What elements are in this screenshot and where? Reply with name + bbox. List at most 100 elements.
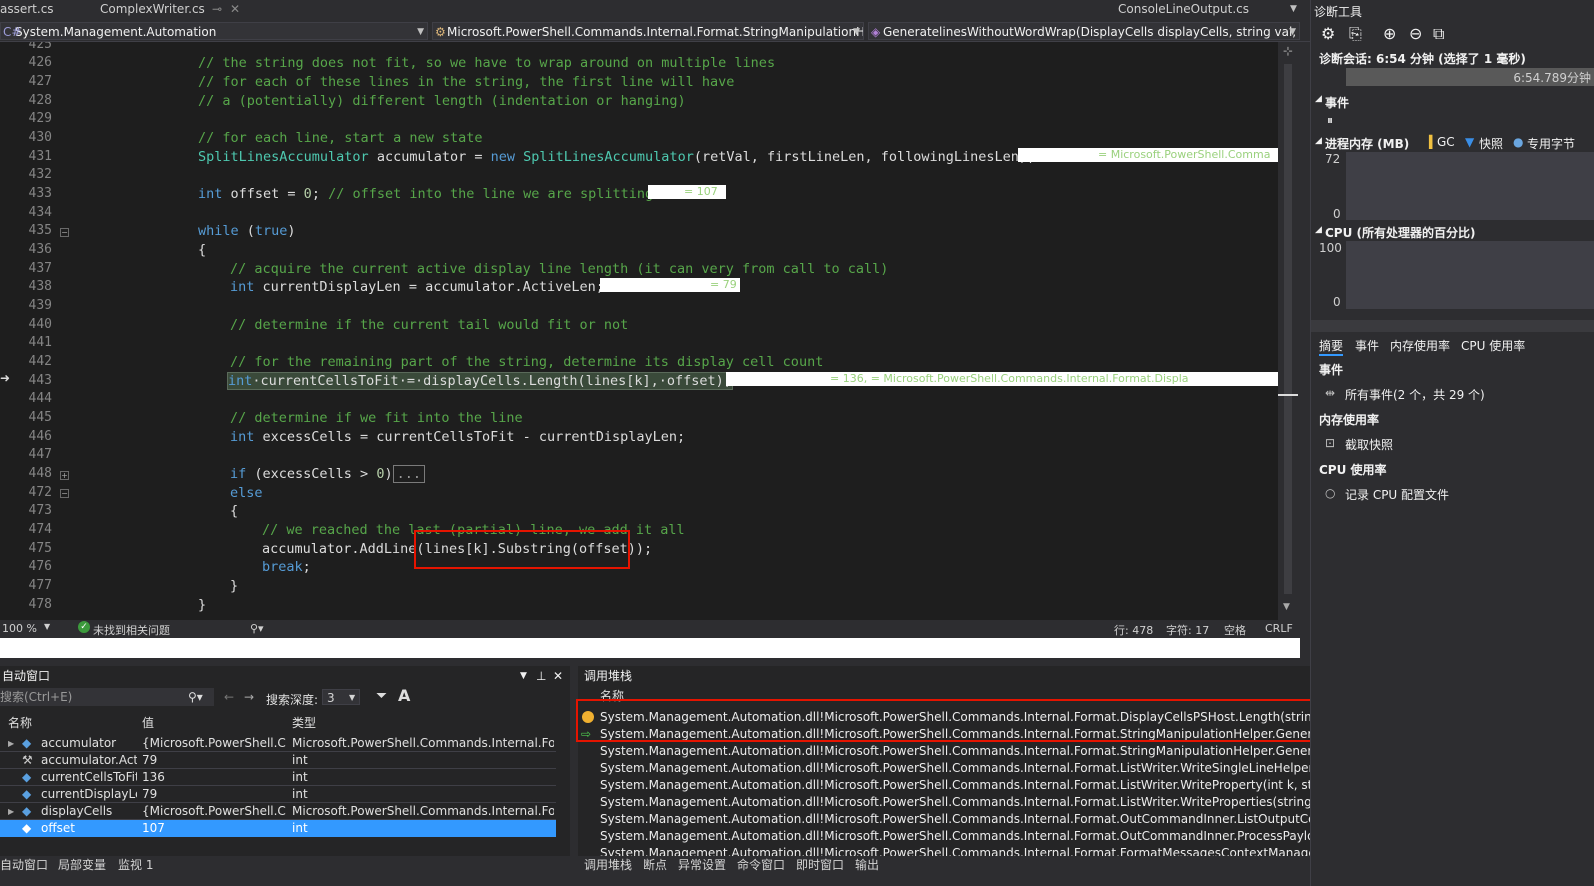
tab-watch[interactable]: 监视 1: [118, 856, 153, 873]
variable-value[interactable]: 136: [142, 769, 286, 786]
variable-value[interactable]: {Microsoft.PowerShell.Co...: [142, 803, 286, 820]
line-indicator: 行: 478: [1114, 624, 1154, 637]
take-snapshot-button[interactable]: 截取快照: [1345, 436, 1393, 453]
pin-icon[interactable]: ⊥: [536, 666, 546, 686]
variable-value[interactable]: {Microsoft.PowerShell.Co...: [142, 735, 286, 752]
expand-arrow-icon[interactable]: ▶: [8, 735, 18, 752]
autos-row[interactable]: ◆ currentDisplayLen 79 int: [0, 786, 556, 803]
collapsed-region[interactable]: ...: [392, 465, 425, 483]
expand-arrow-icon[interactable]: ▶: [8, 803, 18, 820]
tab-exception-settings[interactable]: 异常设置: [678, 856, 726, 873]
inline-datatip-currentdisplaylen[interactable]: = 79: [600, 278, 740, 292]
field-icon: ◆: [22, 736, 32, 750]
line-number: 441: [28, 335, 52, 350]
pin-icon[interactable]: ⊸: [212, 0, 222, 20]
scroll-down-icon[interactable]: ▼: [1283, 602, 1290, 612]
tab-cpu-usage[interactable]: CPU 使用率: [1461, 337, 1525, 354]
collapse-icon[interactable]: −: [60, 228, 69, 237]
code-line: // determine if the current tail would f…: [230, 317, 629, 333]
forward-arrow-icon[interactable]: →: [244, 690, 254, 704]
editor-status-bar: 100 % ▼ ✓ 未找到相关问题 ⚲▾ 行: 478 字符: 17 空格 CR…: [0, 620, 1300, 638]
variable-type: Microsoft.PowerShell.Commands.Internal.F…: [292, 804, 554, 818]
settings-gear-icon[interactable]: ⚙: [1321, 24, 1335, 43]
zoom-in-icon[interactable]: ⊕: [1383, 24, 1396, 43]
autos-row[interactable]: ▶ ◆ displayCells {Microsoft.PowerShell.C…: [0, 803, 556, 820]
export-icon[interactable]: ⎘: [1349, 24, 1362, 44]
record-cpu-profile-button[interactable]: 记录 CPU 配置文件: [1345, 486, 1449, 503]
tab-command-window[interactable]: 命令窗口: [737, 856, 785, 873]
tab-call-stack[interactable]: 调用堆栈: [584, 856, 632, 873]
scrollbar-track[interactable]: [1284, 64, 1292, 594]
collapse-section-icon[interactable]: ◢: [1315, 136, 1322, 146]
inline-datatip-offset[interactable]: = 107: [648, 185, 726, 199]
tab-locals[interactable]: 局部变量: [58, 856, 106, 873]
autos-row[interactable]: ◆ currentCellsToFit 136 int: [0, 769, 556, 786]
line-number: 448: [28, 466, 52, 481]
zoom-out-icon[interactable]: ⊖: [1409, 24, 1422, 43]
reset-zoom-icon[interactable]: ⧉: [1433, 24, 1444, 44]
pause-icon[interactable]: ⏸: [1327, 113, 1333, 128]
zoom-level[interactable]: 100 %: [2, 622, 37, 635]
column-header-value[interactable]: 值: [142, 715, 286, 732]
inline-datatip-line443[interactable]: = 136, = Microsoft.PowerShell.Commands.I…: [726, 372, 1278, 386]
cpu-chart[interactable]: [1346, 241, 1594, 309]
autos-row[interactable]: ⚒ accumulator.Act... 79 int: [0, 752, 556, 769]
code-line: }: [198, 597, 207, 613]
code-token: true: [254, 223, 288, 239]
tab-memory-usage[interactable]: 内存使用率: [1390, 337, 1450, 354]
filter-icon[interactable]: ⏷: [376, 688, 387, 704]
splitter[interactable]: [1311, 320, 1594, 332]
tab-events[interactable]: 事件: [1355, 337, 1379, 354]
memory-chart[interactable]: [1346, 152, 1594, 220]
column-header-type[interactable]: 类型: [292, 715, 554, 732]
collapse-section-icon[interactable]: ◢: [1315, 225, 1322, 235]
search-icon[interactable]: ⚲▾: [188, 688, 203, 706]
autos-search-input[interactable]: 搜索(Ctrl+E) ⚲▾: [0, 688, 214, 706]
line-number: 434: [28, 205, 52, 220]
inline-datatip-accumulator[interactable]: = Microsoft.PowerShell.Comma: [1018, 148, 1278, 162]
project-dropdown[interactable]: C# System.Management.Automation ▼: [0, 22, 428, 40]
tab-assert[interactable]: assert.cs: [0, 0, 54, 20]
code-token: ·currentCellsToFit·=·displayCells.Length…: [252, 373, 732, 389]
close-icon[interactable]: ✕: [553, 666, 563, 686]
expand-icon[interactable]: +: [60, 471, 69, 480]
code-token: offset =: [222, 186, 304, 202]
timeline-ruler[interactable]: 6:54.789分钟: [1346, 68, 1594, 86]
code-editor[interactable]: 425 426 427 428 429 430 431 432 433 434 …: [0, 42, 1300, 620]
autos-row[interactable]: ▶ ◆ accumulator {Microsoft.PowerShell.Co…: [0, 735, 556, 752]
events-section-title: 事件: [1325, 96, 1350, 110]
autos-header-row: 名称 值 类型: [0, 715, 556, 732]
tab-consolelineoutput[interactable]: ConsoleLineOutput.cs: [1118, 0, 1249, 20]
tab-complexwriter[interactable]: ComplexWriter.cs: [100, 0, 205, 20]
collapse-icon[interactable]: −: [60, 489, 69, 498]
tab-breakpoints[interactable]: 断点: [643, 856, 667, 873]
tab-immediate-window[interactable]: 即时窗口: [796, 856, 844, 873]
tab-overflow-dropdown-icon[interactable]: ▼: [1290, 0, 1297, 20]
font-icon[interactable]: A: [398, 686, 410, 705]
search-depth-dropdown[interactable]: 3 ▼: [322, 689, 360, 705]
column-header-name[interactable]: 名称: [8, 715, 138, 732]
split-icon[interactable]: ⊹: [1283, 44, 1293, 58]
editor-vertical-scrollbar[interactable]: ⊹ ▼: [1278, 42, 1300, 620]
close-tab-icon[interactable]: ✕: [230, 0, 240, 20]
class-dropdown[interactable]: ⚙ Microsoft.PowerShell.Commands.Internal…: [432, 22, 864, 40]
variable-value[interactable]: 107: [142, 820, 286, 837]
code-token: int: [228, 373, 253, 389]
collapse-section-icon[interactable]: ◢: [1315, 94, 1322, 104]
call-stack-title: 调用堆栈: [584, 669, 633, 683]
brush-icon[interactable]: ⚲▾: [250, 622, 264, 635]
tab-output[interactable]: 输出: [855, 856, 879, 873]
window-menu-icon[interactable]: ▼: [520, 666, 527, 686]
variable-value[interactable]: 79: [142, 752, 286, 769]
line-number: 439: [28, 298, 52, 313]
line-number: 478: [28, 597, 52, 612]
member-dropdown[interactable]: ◈ GeneratelinesWithoutWordWrap(DisplayCe…: [868, 22, 1300, 40]
tab-autos[interactable]: 自动窗口: [0, 856, 48, 873]
back-arrow-icon[interactable]: ←: [224, 690, 234, 704]
variable-value[interactable]: 79: [142, 786, 286, 803]
issues-status[interactable]: 未找到相关问题: [93, 622, 170, 638]
zoom-dropdown-icon[interactable]: ▼: [44, 622, 50, 631]
all-events-link[interactable]: 所有事件(2 个，共 29 个): [1345, 386, 1485, 403]
tab-summary[interactable]: 摘要: [1319, 337, 1344, 356]
autos-row-selected[interactable]: ◆ offset 107 int: [0, 820, 556, 837]
